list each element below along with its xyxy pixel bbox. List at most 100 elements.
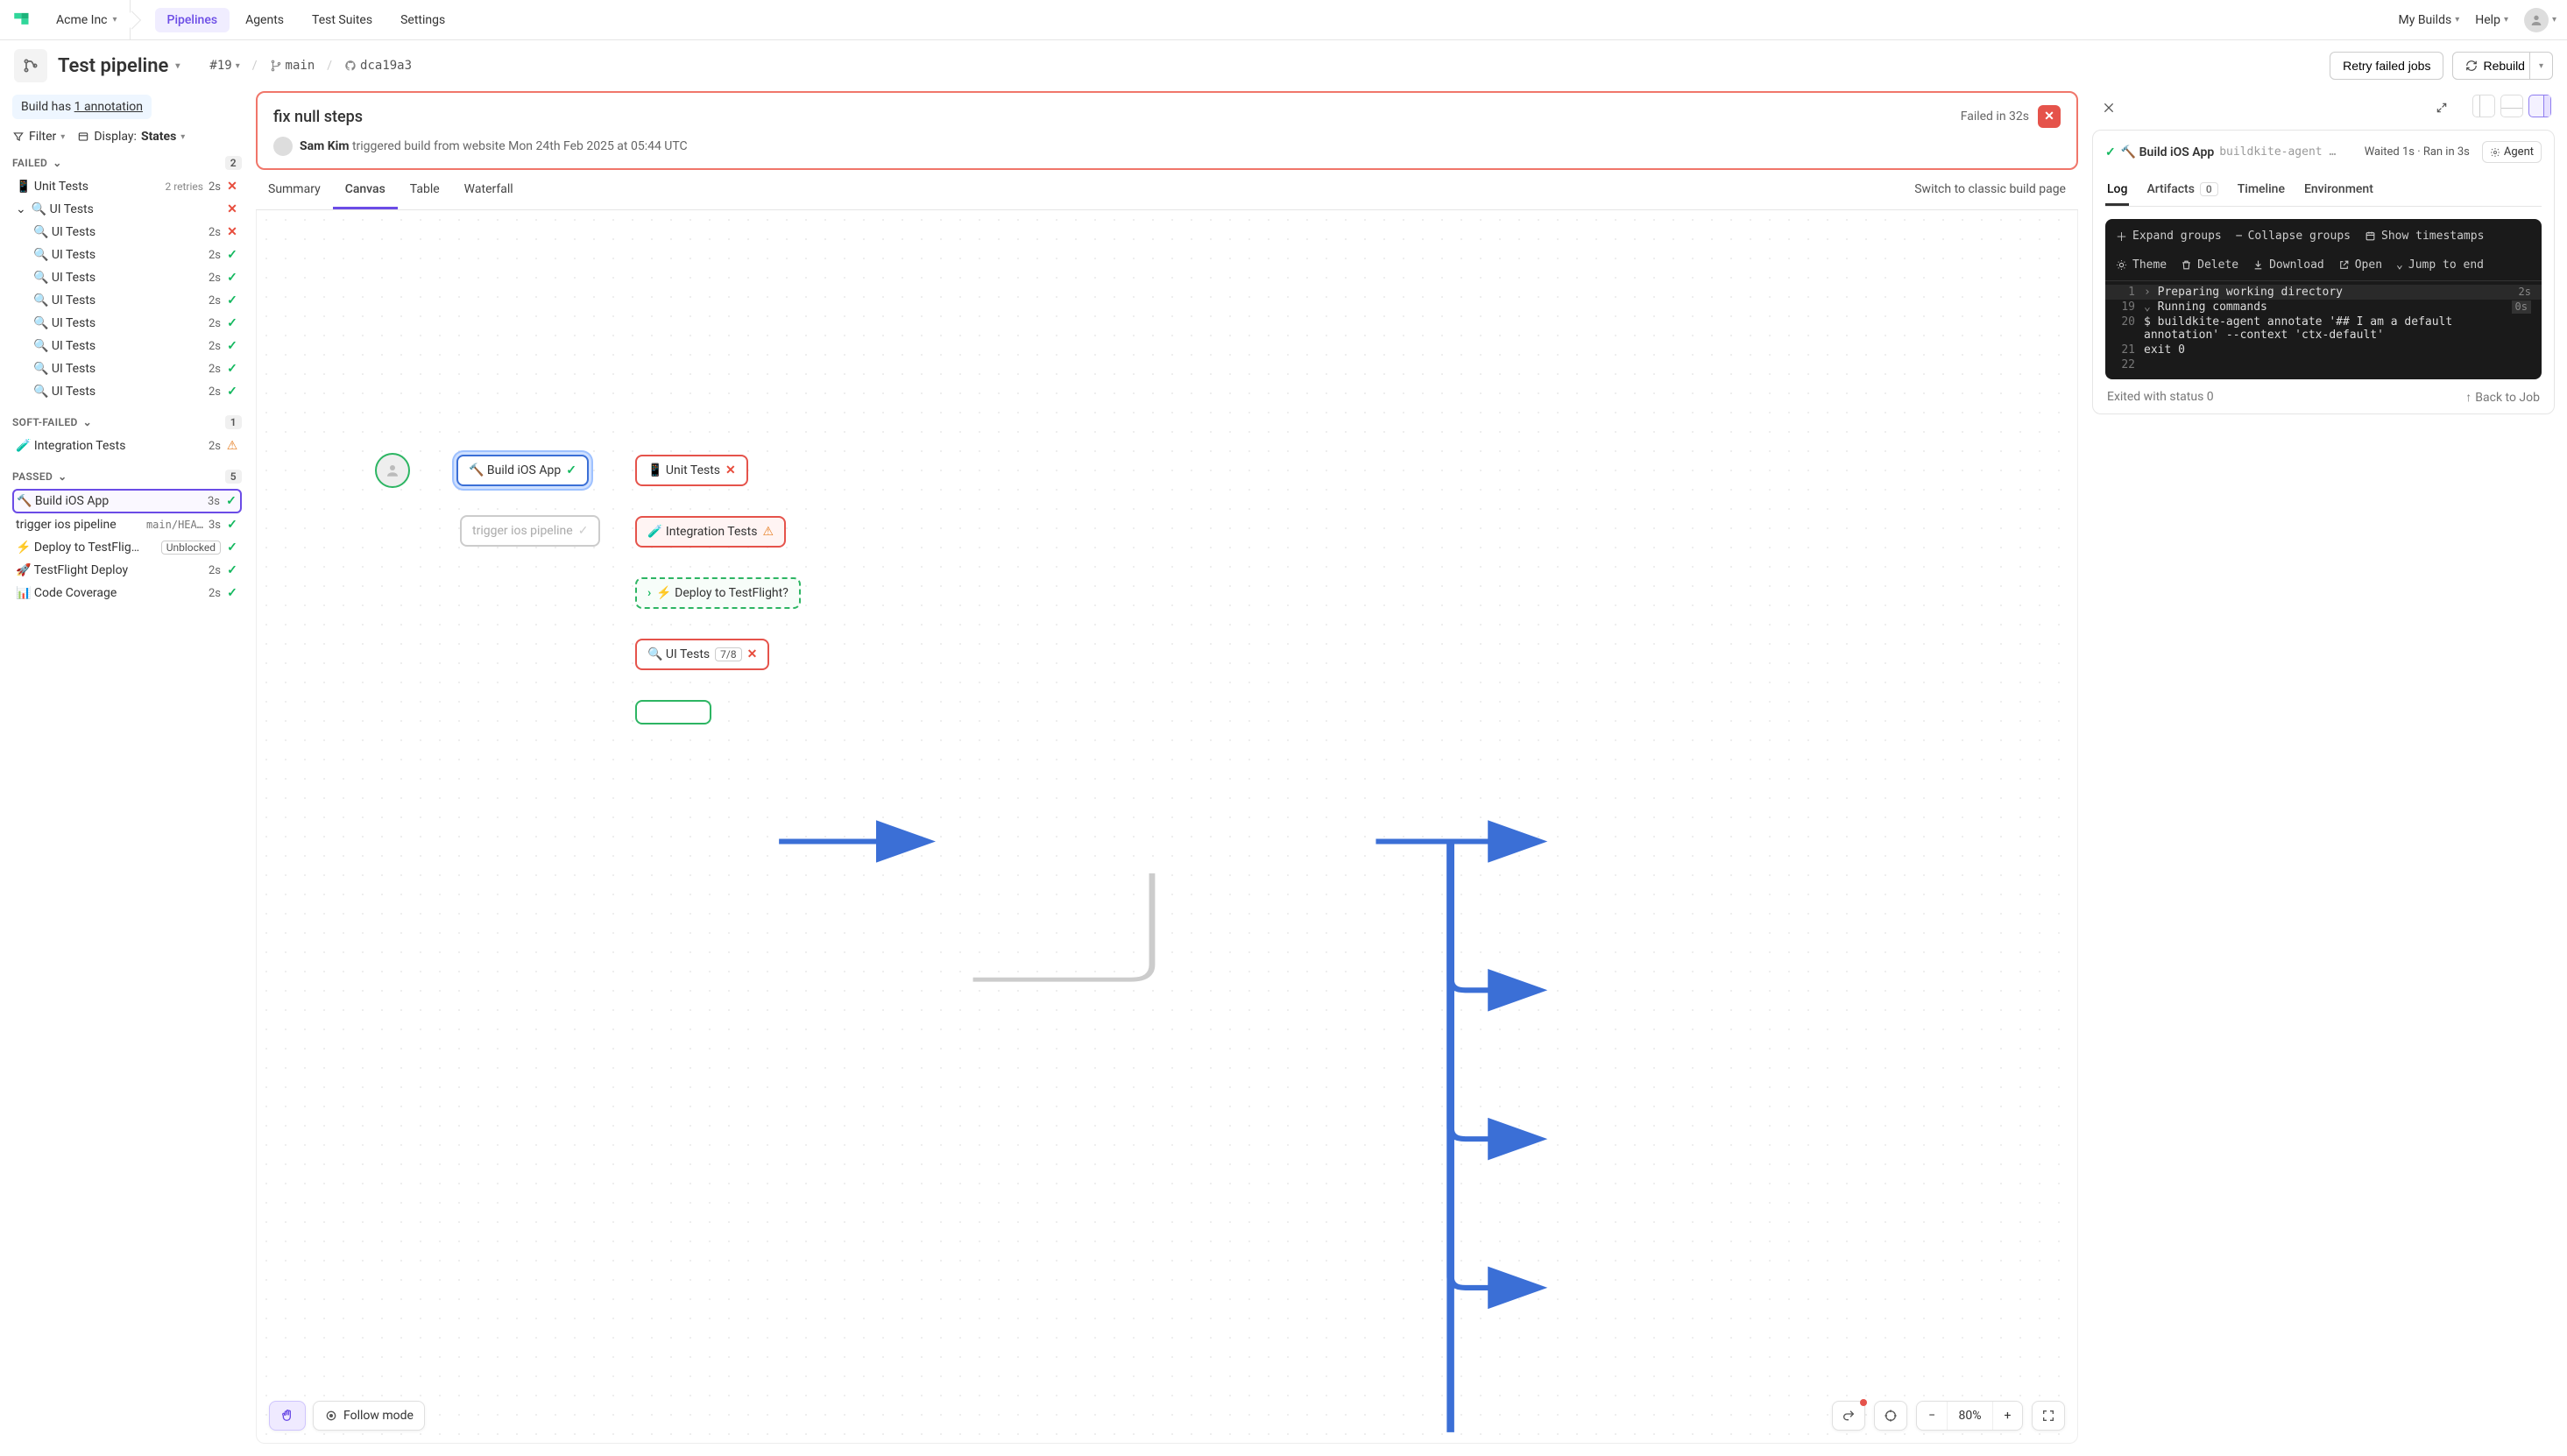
drawer-tab-log[interactable]: Log [2105, 175, 2129, 206]
my-builds-menu[interactable]: My Builds▾ [2399, 13, 2460, 27]
refresh-icon [2465, 60, 2478, 72]
nav-settings[interactable]: Settings [388, 8, 457, 32]
build-number[interactable]: #19 ▾ [209, 59, 239, 73]
recenter-button[interactable] [1875, 1402, 1906, 1430]
chevron-down-icon: ▾ [180, 132, 185, 142]
job-ui-tests[interactable]: 🔍 UI Tests2s✓ [12, 335, 242, 357]
filter-button[interactable]: Filter▾ [12, 130, 65, 144]
expand-diag-icon [2436, 102, 2448, 114]
agent-button[interactable]: Agent [2482, 141, 2542, 163]
job-name: 🔍 UI Tests [33, 225, 203, 239]
build-number-label: #19 [209, 59, 231, 73]
node-more[interactable] [635, 700, 711, 724]
group-count: 1 [225, 415, 242, 429]
fullscreen-button[interactable] [2033, 1402, 2064, 1430]
tab-waterfall[interactable]: Waterfall [452, 172, 526, 209]
job-ui-tests[interactable]: 🔍 UI Tests2s✓ [12, 289, 242, 312]
expand-drawer-button[interactable] [2429, 95, 2455, 121]
job-code-coverage[interactable]: 📊 Code Coverage2s✓ [12, 582, 242, 604]
download-button[interactable]: Download [2252, 258, 2324, 272]
node-trigger-ios[interactable]: trigger ios pipeline✓ [460, 515, 600, 547]
expand-groups-button[interactable]: ＋Expand groups [2116, 228, 2222, 244]
rebuild-button[interactable]: Rebuild [2452, 52, 2537, 80]
tab-summary[interactable]: Summary [256, 172, 333, 209]
job-integration-tests[interactable]: 🧪 Integration Tests2s⚠ [12, 435, 242, 457]
branch[interactable]: main [270, 59, 315, 73]
job-ui-tests[interactable]: 🔍 UI Tests2s✓ [12, 357, 242, 380]
job-build-ios[interactable]: 🔨 Build iOS App3s✓ [12, 489, 242, 513]
log-output[interactable]: 1› Preparing working directory2s 19⌄ Run… [2105, 281, 2542, 379]
commit[interactable]: dca19a3 [344, 59, 412, 73]
open-button[interactable]: Open [2338, 258, 2382, 272]
group-failed[interactable]: FAILED⌄2 [12, 156, 242, 170]
show-timestamps-button[interactable]: Show timestamps [2365, 228, 2484, 244]
pass-icon: ✓ [225, 494, 237, 508]
nav-pipelines[interactable]: Pipelines [155, 8, 230, 32]
github-icon [344, 60, 357, 72]
logo[interactable] [11, 8, 35, 32]
job-testflight-deploy[interactable]: 🚀 TestFlight Deploy2s✓ [12, 559, 242, 582]
node-build-ios[interactable]: 🔨 Build iOS App✓ [456, 455, 589, 486]
display-button[interactable]: Display: States▾ [77, 130, 185, 144]
job-name: 🔍 UI Tests [33, 385, 203, 399]
job-ui-tests[interactable]: 🔍 UI Tests2s✕ [12, 221, 242, 244]
pipeline-title[interactable]: Test pipeline ▾ [58, 55, 180, 77]
job-deploy-testflight[interactable]: ⚡ Deploy to TestFlig…Unblocked✓ [12, 536, 242, 559]
redo-button[interactable] [1833, 1402, 1864, 1430]
job-ui-tests[interactable]: 🔍 UI Tests2s✓ [12, 380, 242, 403]
chevron-down-icon: ⌄ [83, 416, 92, 428]
node-label: trigger ios pipeline [472, 524, 573, 538]
layout-left-button[interactable] [2472, 95, 2495, 117]
node-ui-tests[interactable]: 🔍 UI Tests7/8✕ [635, 639, 769, 670]
drawer-tab-artifacts[interactable]: Artifacts0 [2145, 175, 2219, 206]
back-to-job-button[interactable]: ↑Back to Job [2465, 390, 2540, 405]
pass-icon: ✓ [226, 316, 238, 330]
zoom-out-button[interactable]: − [1917, 1402, 1947, 1430]
nav-test-suites[interactable]: Test Suites [300, 8, 385, 32]
node-deploy-testflight[interactable]: ›⚡ Deploy to TestFlight? [635, 577, 801, 609]
group-passed[interactable]: PASSED⌄5 [12, 470, 242, 484]
node-trigger-avatar[interactable] [375, 453, 410, 488]
hand-tool[interactable] [269, 1401, 306, 1431]
delete-button[interactable]: Delete [2181, 258, 2238, 272]
node-unit-tests[interactable]: 📱 Unit Tests✕ [635, 455, 748, 486]
zoom-in-button[interactable]: + [1992, 1402, 2022, 1430]
job-ui-tests[interactable]: 🔍 UI Tests2s✓ [12, 266, 242, 289]
help-menu[interactable]: Help▾ [2475, 13, 2508, 27]
theme-button[interactable]: Theme [2116, 258, 2167, 272]
layout-right-button[interactable] [2528, 95, 2551, 117]
job-ui-tests-parent[interactable]: ⌄🔍 UI Tests✕ [12, 198, 242, 221]
group-soft-failed[interactable]: SOFT-FAILED⌄1 [12, 415, 242, 429]
close-drawer-button[interactable] [2096, 95, 2122, 121]
job-name: 🔍 UI Tests [33, 362, 203, 376]
drawer-tab-environment[interactable]: Environment [2302, 175, 2375, 206]
chevron-down-icon: ▾ [2539, 61, 2543, 71]
job-unit-tests[interactable]: 📱 Unit Tests2 retries2s✕ [12, 175, 242, 198]
pass-icon: ✓ [226, 271, 238, 285]
agent-label: Agent [2504, 145, 2534, 159]
switch-classic-link[interactable]: Switch to classic build page [1902, 172, 2078, 209]
job-ui-tests[interactable]: 🔍 UI Tests2s✓ [12, 312, 242, 335]
org-switcher[interactable]: Acme Inc ▾ [47, 0, 131, 40]
zoom-level[interactable]: 80% [1947, 1402, 1992, 1430]
warn-icon: ⚠ [762, 525, 774, 539]
job-trigger-ios[interactable]: trigger ios pipelinemain/HEA…3s✓ [12, 513, 242, 536]
log-time: 0s [2512, 300, 2531, 314]
retry-failed-button[interactable]: Retry failed jobs [2330, 52, 2443, 80]
tab-canvas[interactable]: Canvas [333, 172, 398, 209]
layout-bottom-button[interactable] [2500, 95, 2523, 117]
collapse-groups-button[interactable]: −Collapse groups [2236, 228, 2351, 244]
rebuild-dropdown[interactable]: ▾ [2529, 52, 2553, 80]
agent-command: buildkite-agent an… [2219, 145, 2342, 159]
drawer-tab-timeline[interactable]: Timeline [2236, 175, 2287, 206]
job-ui-tests[interactable]: 🔍 UI Tests2s✓ [12, 244, 242, 266]
follow-mode-button[interactable]: Follow mode [313, 1401, 425, 1431]
nav-agents[interactable]: Agents [233, 8, 296, 32]
jump-to-end-button[interactable]: ⌄Jump to end [2396, 258, 2484, 272]
user-menu[interactable]: ▾ [2524, 8, 2556, 32]
job-name: 🔍 UI Tests [33, 293, 203, 307]
canvas[interactable]: 🔨 Build iOS App✓ trigger ios pipeline✓ 📱… [256, 210, 2078, 1444]
tab-table[interactable]: Table [398, 172, 452, 209]
node-integration-tests[interactable]: 🧪 Integration Tests⚠ [635, 516, 786, 548]
annotation-banner[interactable]: Build has 1 annotation [12, 95, 152, 119]
